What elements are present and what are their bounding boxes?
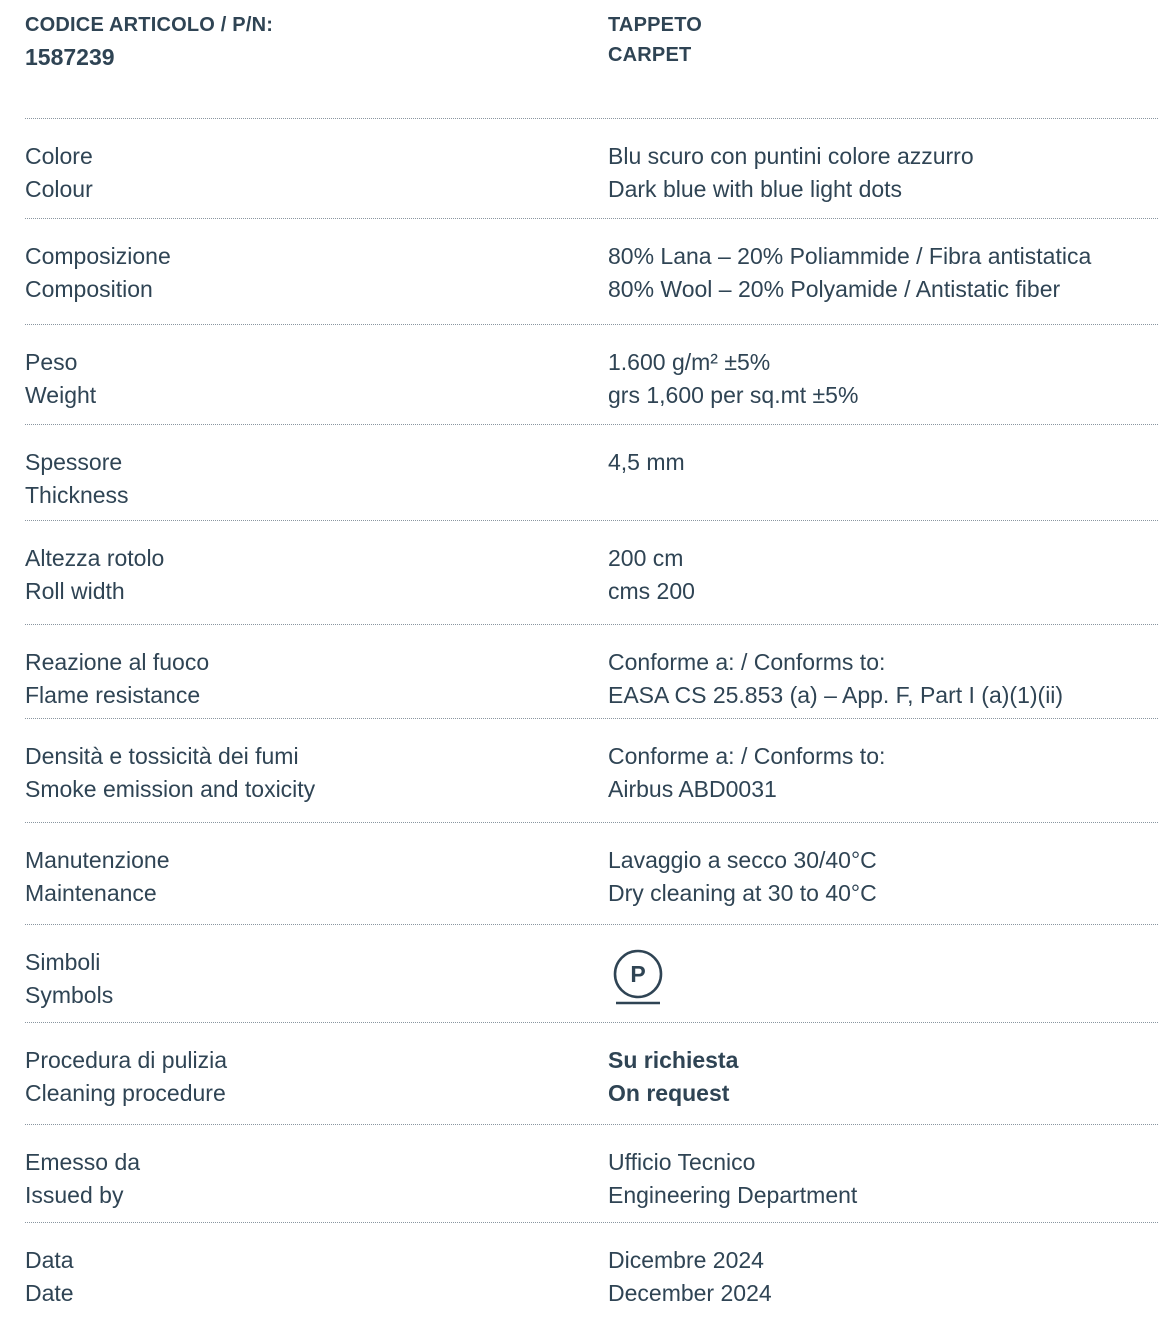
spec-row-maintenance: Manutenzione Maintenance Lavaggio a secc… xyxy=(25,822,1158,924)
label-en: Weight xyxy=(25,382,97,408)
label-en: Composition xyxy=(25,276,153,302)
spec-label: Colore Colour xyxy=(25,140,93,206)
article-code-label: CODICE ARTICOLO / P/N: xyxy=(25,14,274,36)
value-it: Conforme a: / Conforms to: xyxy=(608,743,886,769)
value-it: Su richiesta xyxy=(608,1047,739,1073)
spec-value: Su richiesta On request xyxy=(608,1044,738,1110)
product-name-en: CARPET xyxy=(608,44,692,66)
label-it: Data xyxy=(25,1247,74,1273)
label-en: Issued by xyxy=(25,1182,124,1208)
value-en: cms 200 xyxy=(608,578,695,604)
spec-label: Spessore Thickness xyxy=(25,446,129,512)
spec-label: Composizione Composition xyxy=(25,240,171,306)
spec-row-colour: Colore Colour Blu scuro con puntini colo… xyxy=(25,118,1158,218)
value-en: EASA CS 25.853 (a) – App. F, Part I (a)(… xyxy=(608,682,1064,708)
spec-label: Densità e tossicità dei fumi Smoke emiss… xyxy=(25,740,315,806)
label-it: Reazione al fuoco xyxy=(25,649,210,675)
value-en: grs 1,600 per sq.mt ±5% xyxy=(608,382,859,408)
spec-label: Emesso da Issued by xyxy=(25,1146,140,1212)
spec-row-roll-width: Altezza rotolo Roll width 200 cm cms 200 xyxy=(25,520,1158,624)
label-it: Peso xyxy=(25,349,78,375)
value-en: Dark blue with blue light dots xyxy=(608,176,903,202)
dry-clean-p-letter: P xyxy=(630,961,645,987)
spec-value: Blu scuro con puntini colore azzurro Dar… xyxy=(608,140,974,206)
label-en: Maintenance xyxy=(25,880,157,906)
spec-label: Peso Weight xyxy=(25,346,96,412)
product-name-it: TAPPETO xyxy=(608,14,703,36)
label-it: Altezza rotolo xyxy=(25,545,165,571)
spec-label: Manutenzione Maintenance xyxy=(25,844,170,910)
spec-row-weight: Peso Weight 1.600 g/m² ±5% grs 1,600 per… xyxy=(25,324,1158,424)
spec-value: Conforme a: / Conforms to: EASA CS 25.85… xyxy=(608,646,1063,712)
spec-value: Ufficio Tecnico Engineering Department xyxy=(608,1146,857,1212)
spec-row-cleaning-procedure: Procedura di pulizia Cleaning procedure … xyxy=(25,1022,1158,1124)
label-en: Cleaning procedure xyxy=(25,1080,226,1106)
value-en: Dry cleaning at 30 to 40°C xyxy=(608,880,877,906)
spec-row-issued-by: Emesso da Issued by Ufficio Tecnico Engi… xyxy=(25,1124,1158,1222)
label-it: Emesso da xyxy=(25,1149,141,1175)
spec-label: Altezza rotolo Roll width xyxy=(25,542,164,608)
spec-row-composition: Composizione Composition 80% Lana – 20% … xyxy=(25,218,1158,324)
value-en: December 2024 xyxy=(608,1280,772,1306)
label-en: Thickness xyxy=(25,482,129,508)
label-it: Composizione xyxy=(25,243,171,269)
label-it: Manutenzione xyxy=(25,847,170,873)
spec-table: Colore Colour Blu scuro con puntini colo… xyxy=(25,118,1158,1318)
spec-value: 1.600 g/m² ±5% grs 1,600 per sq.mt ±5% xyxy=(608,346,858,412)
value-en: 80% Wool – 20% Polyamide / Antistatic fi… xyxy=(608,276,1061,302)
header: CODICE ARTICOLO / P/N: 1587239 TAPPETO C… xyxy=(25,10,1158,90)
spec-row-symbols: Simboli Symbols P xyxy=(25,924,1158,1022)
spec-value: 4,5 mm xyxy=(608,446,685,479)
value-en: Airbus ABD0031 xyxy=(608,776,777,802)
spec-row-smoke-toxicity: Densità e tossicità dei fumi Smoke emiss… xyxy=(25,718,1158,822)
value-it: Blu scuro con puntini colore azzurro xyxy=(608,143,974,169)
value-en: Engineering Department xyxy=(608,1182,858,1208)
spec-label: Data Date xyxy=(25,1244,74,1310)
spec-value: Conforme a: / Conforms to: Airbus ABD003… xyxy=(608,740,885,806)
value-it: Conforme a: / Conforms to: xyxy=(608,649,886,675)
label-it: Simboli xyxy=(25,949,101,975)
datasheet: CODICE ARTICOLO / P/N: 1587239 TAPPETO C… xyxy=(25,0,1158,1317)
spec-value: 200 cm cms 200 xyxy=(608,542,695,608)
value-it: Lavaggio a secco 30/40°C xyxy=(608,847,877,873)
label-it: Colore xyxy=(25,143,93,169)
value-en: On request xyxy=(608,1080,730,1106)
label-it: Densità e tossicità dei fumi xyxy=(25,743,299,769)
dry-clean-p-icon: P xyxy=(613,949,663,1005)
value-it: Dicembre 2024 xyxy=(608,1247,764,1273)
label-en: Date xyxy=(25,1280,74,1306)
article-code-value: 1587239 xyxy=(25,44,115,70)
value-it: 200 cm xyxy=(608,545,684,571)
value-it: 1.600 g/m² ±5% xyxy=(608,349,771,375)
label-en: Roll width xyxy=(25,578,125,604)
spec-row-date: Data Date Dicembre 2024 December 2024 xyxy=(25,1222,1158,1318)
spec-label: Procedura di pulizia Cleaning procedure xyxy=(25,1044,227,1110)
spec-row-flame-resistance: Reazione al fuoco Flame resistance Confo… xyxy=(25,624,1158,718)
label-en: Flame resistance xyxy=(25,682,201,708)
product-name-block: TAPPETO CARPET xyxy=(608,10,702,70)
label-it: Spessore xyxy=(25,449,123,475)
spec-label: Simboli Symbols xyxy=(25,946,113,1012)
spec-value: 80% Lana – 20% Poliammide / Fibra antist… xyxy=(608,240,1091,306)
label-en: Colour xyxy=(25,176,93,202)
value-it: Ufficio Tecnico xyxy=(608,1149,756,1175)
spec-row-thickness: Spessore Thickness 4,5 mm xyxy=(25,424,1158,520)
article-code-block: CODICE ARTICOLO / P/N: 1587239 xyxy=(25,10,273,74)
label-it: Procedura di pulizia xyxy=(25,1047,228,1073)
value-it: 80% Lana – 20% Poliammide / Fibra antist… xyxy=(608,243,1092,269)
spec-label: Reazione al fuoco Flame resistance xyxy=(25,646,209,712)
label-en: Smoke emission and toxicity xyxy=(25,776,316,802)
label-en: Symbols xyxy=(25,982,114,1008)
value-it: 4,5 mm xyxy=(608,449,685,475)
spec-value: Lavaggio a secco 30/40°C Dry cleaning at… xyxy=(608,844,877,910)
spec-value: Dicembre 2024 December 2024 xyxy=(608,1244,772,1310)
